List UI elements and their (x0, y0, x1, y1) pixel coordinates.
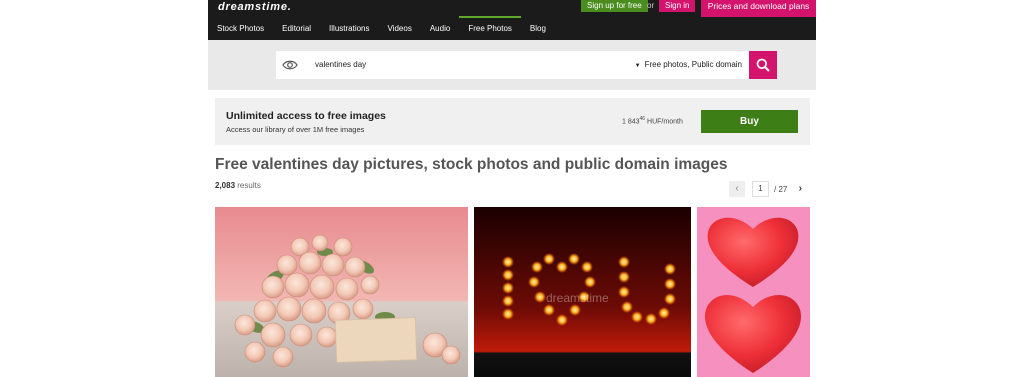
search-box[interactable]: valentines day ▼ Free photos, Public doma… (276, 51, 750, 79)
prices-button[interactable]: Prices and download plans (701, 0, 816, 17)
filter-dropdown[interactable]: ▼ Free photos, Public domain (635, 51, 742, 80)
nav-item-videos[interactable]: Videos (379, 17, 421, 40)
image-roses-bouquet[interactable] (215, 207, 468, 377)
page-title: Free valentines day pictures, stock phot… (215, 156, 728, 173)
next-page-button[interactable]: › (792, 181, 809, 197)
page-number-input[interactable]: 1 (752, 181, 769, 197)
price-unit: HUF/month (647, 118, 683, 126)
nav-item-illustrations[interactable]: Illustrations (320, 17, 378, 40)
page: dreamstime. Sign up for free or Sign in … (0, 0, 1024, 377)
signin-button[interactable]: Sign in (659, 0, 696, 12)
price-sup: 46 (639, 116, 646, 122)
promo-banner: Unlimited access to free images Access o… (215, 98, 810, 145)
nav-item-audio[interactable]: Audio (421, 17, 459, 40)
nav-item-free-photos[interactable]: Free Photos (459, 16, 521, 40)
chevron-down-icon: ▼ (634, 63, 641, 69)
pagination: ‹ 1 / 27 › (729, 181, 809, 197)
promo-title: Unlimited access to free images (226, 110, 386, 122)
nav-item-editorial[interactable]: Editorial (273, 17, 320, 40)
eye-icon[interactable] (282, 58, 298, 72)
logo[interactable]: dreamstime. (218, 1, 292, 13)
promo-subtitle: Access our library of over 1M free image… (226, 125, 365, 134)
or-label: or (647, 1, 655, 10)
image-hearts[interactable] (697, 207, 810, 377)
results-number: 2,083 (215, 181, 236, 190)
results-count: 2,083 results (215, 181, 261, 190)
signup-button[interactable]: Sign up for free (581, 0, 648, 12)
watermark: dreamstime (546, 291, 609, 305)
filter-label: Free photos, Public domain (644, 60, 742, 69)
nav-item-blog[interactable]: Blog (521, 17, 555, 40)
price-main: 1 843 (622, 118, 640, 126)
results-label: results (237, 181, 261, 190)
search-band: valentines day ▼ Free photos, Public doma… (208, 40, 816, 90)
nav-item-stock-photos[interactable]: Stock Photos (208, 17, 273, 40)
price: 1 84346 HUF/month (622, 116, 683, 125)
image-i-love-u-lights[interactable]: dreamstime (474, 207, 691, 377)
search-input[interactable]: valentines day (315, 51, 366, 79)
buy-button[interactable]: Buy (701, 110, 798, 133)
top-header: dreamstime. Sign up for free or Sign in … (208, 0, 816, 40)
search-button[interactable] (749, 51, 777, 79)
search-icon (756, 58, 770, 72)
prev-page-button[interactable]: ‹ (729, 181, 745, 197)
page-total: / 27 (774, 184, 788, 194)
main-nav: Stock Photos Editorial Illustrations Vid… (208, 16, 555, 40)
